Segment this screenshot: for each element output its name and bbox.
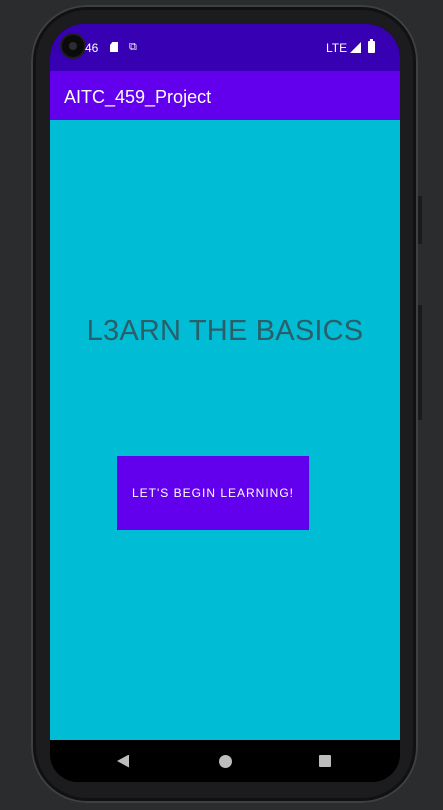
sim-icon: ⧉ [129, 41, 137, 53]
navigation-bar [50, 740, 400, 782]
begin-learning-button[interactable]: LET'S BEGIN LEARNING! [117, 456, 309, 530]
app-title: AITC_459_Project [64, 87, 212, 107]
main-content: L3ARN THE BASICS LET'S BEGIN LEARNING! [50, 120, 400, 740]
headline: L3ARN THE BASICS [86, 315, 364, 347]
app-bar: AITC_459_Project [50, 71, 400, 120]
home-icon [218, 754, 232, 768]
signal-icon [350, 42, 361, 53]
status-time: 46 [85, 41, 99, 55]
battery-icon [368, 39, 375, 53]
sd-card-icon [110, 42, 118, 52]
nav-home-button[interactable] [212, 748, 238, 774]
back-icon [117, 754, 129, 768]
emulator-canvas: 46 ⧉ LTE AITC_459_Project L3ARN THE BASI… [0, 0, 443, 810]
nav-back-button[interactable] [110, 748, 136, 774]
camera-cutout-icon [62, 35, 84, 57]
recents-icon [319, 755, 331, 767]
power-button[interactable] [418, 196, 422, 244]
network-type: LTE [326, 41, 348, 55]
volume-rocker[interactable] [418, 305, 422, 420]
device-screen: 46 ⧉ LTE AITC_459_Project L3ARN THE BASI… [50, 24, 400, 782]
nav-recents-button[interactable] [312, 748, 338, 774]
status-bar: 46 ⧉ LTE [50, 24, 400, 71]
